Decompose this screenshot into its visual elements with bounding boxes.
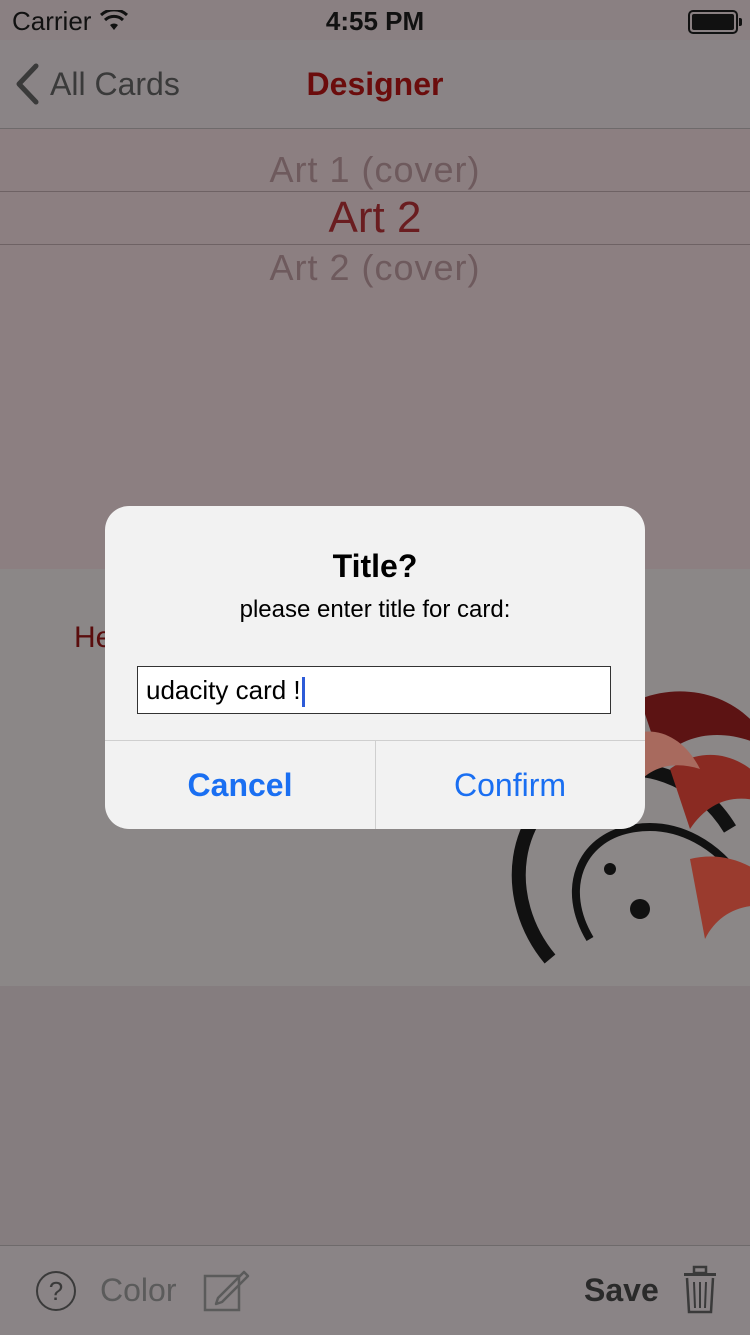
- page-title: Designer: [306, 66, 444, 102]
- battery-icon: [688, 10, 742, 34]
- cancel-button[interactable]: Cancel: [105, 741, 375, 829]
- bottom-toolbar: ? Color Save: [0, 1245, 750, 1335]
- picker-row-selected[interactable]: Art 2: [0, 193, 750, 243]
- art-picker[interactable]: Art 1 (cover) Art 2 Art 2 (cover): [0, 129, 750, 569]
- edit-icon[interactable]: [202, 1266, 250, 1314]
- card-title-input-value: udacity card !: [146, 675, 301, 705]
- background-area: [0, 986, 750, 1245]
- alert-message: please enter title for card:: [239, 596, 511, 623]
- color-button[interactable]: Color: [100, 1272, 176, 1309]
- picker-divider: [0, 191, 750, 192]
- status-bar: Carrier 4:55 PM: [0, 0, 750, 40]
- picker-row[interactable]: Art 1 (cover): [0, 149, 750, 191]
- navigation-bar: All Cards Designer: [0, 40, 750, 129]
- picker-divider: [0, 244, 750, 245]
- title-alert-dialog: Title? please enter title for card: udac…: [105, 506, 645, 829]
- card-title-input[interactable]: udacity card !: [137, 666, 611, 714]
- alert-title: Title?: [332, 548, 418, 584]
- picker-row[interactable]: Art 2 (cover): [0, 247, 750, 289]
- trash-icon[interactable]: [680, 1264, 720, 1316]
- save-button[interactable]: Save: [584, 1272, 659, 1309]
- help-icon[interactable]: ?: [36, 1271, 76, 1311]
- status-time: 4:55 PM: [325, 6, 425, 36]
- text-cursor: [301, 677, 305, 708]
- confirm-button[interactable]: Confirm: [375, 741, 645, 829]
